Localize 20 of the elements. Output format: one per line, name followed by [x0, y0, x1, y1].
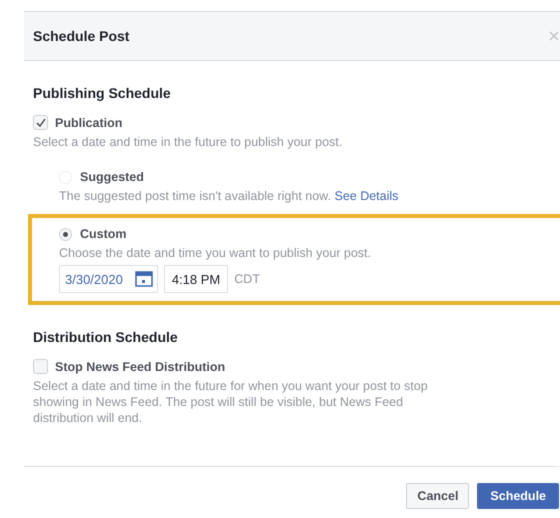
- section-heading: Distribution Schedule: [33, 329, 179, 345]
- radio-button[interactable]: [59, 228, 72, 240]
- date-field[interactable]: 3/30/2020: [59, 265, 158, 293]
- time-field[interactable]: 4:18 PM: [164, 265, 228, 293]
- checkbox[interactable]: [33, 359, 48, 374]
- description: Choose the date and time you want to publish your post.: [59, 245, 372, 261]
- checkbox[interactable]: [33, 115, 48, 130]
- description: Select a date and time in the future for when you want your post to stop showing in News Feed. The post will still be visible, but News Feed distribution will end.: [33, 378, 429, 426]
- timezone-label: CDT: [234, 272, 260, 286]
- radio-label: Custom: [80, 227, 127, 241]
- checkbox-label: Publication: [55, 116, 122, 130]
- radio-label: Suggested: [80, 170, 144, 184]
- cancel-button[interactable]: Cancel: [406, 483, 470, 509]
- section-heading: Publishing Schedule: [33, 85, 172, 101]
- description: The suggested post time isn't available right now. See Details: [59, 188, 400, 204]
- description: Select a date and time in the future to publish your post.: [33, 134, 344, 150]
- calendar-icon[interactable]: [134, 271, 153, 287]
- checkbox-label: Stop News Feed Distribution: [55, 360, 226, 374]
- dialog-title: Schedule Post: [33, 28, 130, 44]
- schedule-button[interactable]: Schedule: [477, 483, 559, 509]
